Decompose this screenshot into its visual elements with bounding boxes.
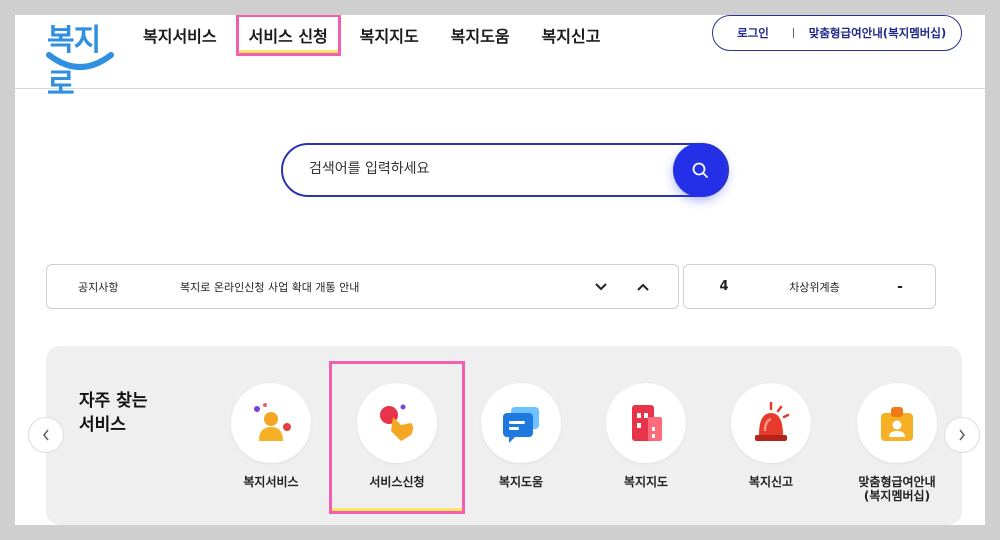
service-label: 맞춤형급여안내 (복지멤버십) [842,475,952,503]
search-box [281,143,729,197]
carousel-prev-button[interactable] [28,417,64,453]
search-input[interactable] [309,161,669,177]
service-item-help[interactable]: 복지도움 [466,383,576,489]
ranking-change: - [897,278,903,295]
service-label: 복지도움 [498,475,544,489]
service-item-welfare[interactable]: 복지서비스 [216,383,326,489]
frequent-services-title: 자주 찾는 서비스 [79,389,147,437]
membership-card-icon [881,407,913,441]
nav-service-apply[interactable]: 서비스 신청 [235,15,341,56]
service-icon-circle [606,383,686,463]
ranking-keyword[interactable]: 차상위계층 [764,279,865,295]
welfare-person-icon [254,403,291,441]
service-icon-circle [231,383,311,463]
notice-bar: 공지사항 복지로 온라인신청 사업 확대 개통 안내 [46,264,679,309]
logo[interactable]: 복지로 [43,15,123,102]
ranking-number: 4 [719,279,729,294]
service-item-map[interactable]: 복지지도 [591,383,701,489]
page: 복지로 복지서비스 서비스 신청 복지지도 복지도움 복지신고 로그인 맞춤형급… [15,15,985,525]
chat-bubble-icon [503,407,539,443]
service-label: 복지서비스 [243,475,299,489]
nav-welfare-report[interactable]: 복지신고 [542,23,601,47]
login-link[interactable]: 로그인 [713,25,793,41]
nav-welfare-help[interactable]: 복지도움 [451,23,510,47]
main-nav: 복지서비스 서비스 신청 복지지도 복지도움 복지신고 [143,15,632,56]
notice-next-button[interactable] [580,282,622,292]
notice-prev-button[interactable] [622,282,664,292]
service-label: 복지지도 [623,475,669,489]
service-icon-circle [857,383,937,463]
service-icon-circle [731,383,811,463]
title-line-2: 서비스 [79,415,126,435]
service-icon-circle [481,383,561,463]
service-label: 복지신고 [748,475,794,489]
nav-welfare-service[interactable]: 복지서비스 [143,23,217,47]
chevron-left-icon [42,429,49,441]
title-line-1: 자주 찾는 [79,391,148,411]
service-item-report[interactable]: 복지신고 [716,383,826,489]
nav-welfare-map[interactable]: 복지지도 [360,23,419,47]
building-map-icon [632,405,662,441]
siren-icon [755,401,790,441]
account-box: 로그인 맞춤형급여안내(복지멤버십) [712,15,962,51]
logo-smile-icon [46,52,114,70]
chevron-right-icon [959,429,966,441]
search-button[interactable] [673,143,727,197]
site-header: 복지로 복지서비스 서비스 신청 복지지도 복지도움 복지신고 로그인 맞춤형급… [15,15,985,102]
ranking-box: 4 차상위계층 - [683,264,936,309]
selected-highlight [329,361,465,514]
search-icon [692,162,708,178]
chevron-up-icon [637,283,649,291]
service-label-line-2: (복지멤버십) [863,489,931,503]
membership-link[interactable]: 맞춤형급여안내(복지멤버십) [794,25,961,41]
service-label-line-1: 맞춤형급여안내 [858,475,936,489]
notice-text[interactable]: 복지로 온라인신청 사업 확대 개통 안내 [180,279,580,295]
chevron-down-icon [595,282,607,290]
notice-label: 공지사항 [78,280,119,294]
service-item-membership[interactable]: 맞춤형급여안내 (복지멤버십) [842,383,952,503]
